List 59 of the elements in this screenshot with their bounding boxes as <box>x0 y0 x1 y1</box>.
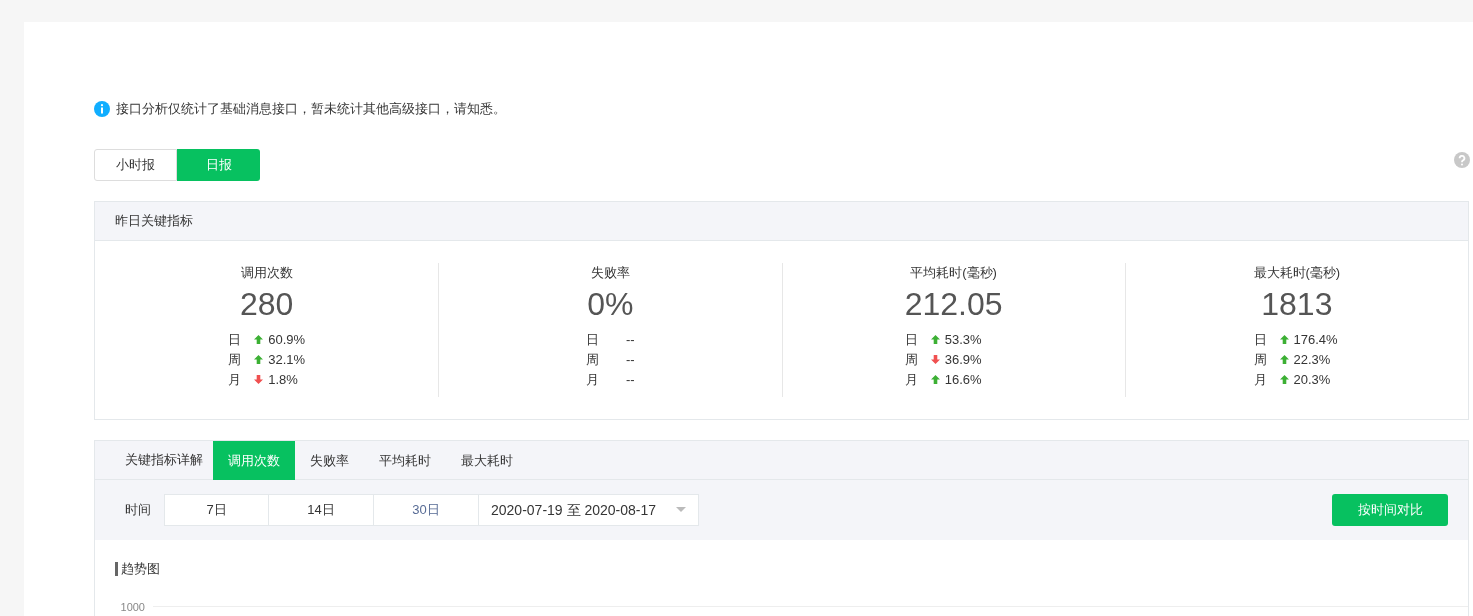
metric-tab[interactable]: 平均耗时 <box>364 441 446 480</box>
metric-value: 280 <box>239 284 294 323</box>
metric-value: 1813 <box>1261 284 1333 323</box>
metric-tab[interactable]: 失败率 <box>295 441 364 480</box>
time-label: 时间 <box>125 501 151 520</box>
up-arrow-icon <box>930 335 940 344</box>
metric-label: 最大耗时(毫秒) <box>1253 264 1341 282</box>
up-arrow-icon <box>1279 335 1289 344</box>
metric-label: 调用次数 <box>240 264 293 282</box>
section-title: 关键指标详解 <box>124 451 204 470</box>
metric-value: 0% <box>587 284 634 323</box>
title-bar-mark <box>115 561 118 576</box>
info-icon <box>94 101 110 117</box>
period-label: 日 <box>586 330 601 349</box>
metric-label: 失败率 <box>590 264 630 282</box>
range-button[interactable]: 7日 <box>164 494 269 526</box>
period-label: 日 <box>904 330 919 349</box>
change-value: 1.8% <box>268 370 298 389</box>
change-value: 32.1% <box>268 350 306 369</box>
down-arrow-icon <box>930 355 940 364</box>
change-value: -- <box>626 350 635 369</box>
change-value: 36.9% <box>944 350 982 369</box>
help-icon[interactable] <box>1454 152 1470 168</box>
change-value: 176.4% <box>1293 330 1338 349</box>
period-label: 周 <box>1253 350 1268 369</box>
period-label: 周 <box>904 350 919 369</box>
metric-label: 平均耗时(毫秒) <box>910 264 997 282</box>
up-arrow-icon <box>254 355 264 364</box>
panel-title: 昨日关键指标 <box>115 212 193 231</box>
up-arrow-icon <box>254 335 264 344</box>
date-range-select[interactable]: 2020-07-19 至 2020-08-17 <box>479 494 699 526</box>
range-button[interactable]: 14日 <box>269 494 374 526</box>
period-label: 月 <box>228 370 243 389</box>
axis-tick-label: 1000 <box>119 599 145 615</box>
change-value: 60.9% <box>268 330 306 349</box>
up-arrow-icon <box>1279 355 1289 364</box>
caret-icon <box>676 507 686 513</box>
change-value: 16.6% <box>944 370 982 389</box>
down-arrow-icon <box>254 375 264 384</box>
period-label: 日 <box>1253 330 1268 349</box>
period-label: 日 <box>228 330 243 349</box>
period-label: 月 <box>1253 370 1268 389</box>
period-label: 周 <box>228 350 243 369</box>
up-arrow-icon <box>930 375 940 384</box>
change-value: 22.3% <box>1293 350 1331 369</box>
change-value: 20.3% <box>1293 370 1331 389</box>
notice-text: 接口分析仅统计了基础消息接口，暂未统计其他高级接口，请知悉。 <box>116 100 506 119</box>
period-label: 周 <box>586 350 601 369</box>
chart-title: 趋势图 <box>121 560 160 578</box>
change-value: -- <box>626 330 635 349</box>
metric-tab[interactable]: 最大耗时 <box>446 441 528 480</box>
period-label: 月 <box>586 370 601 389</box>
report-tab[interactable]: 小时报 <box>94 149 177 181</box>
period-label: 月 <box>904 370 919 389</box>
change-value: -- <box>626 370 635 389</box>
range-button[interactable]: 30日 <box>374 494 479 526</box>
metric-value: 212.05 <box>904 284 1003 323</box>
up-arrow-icon <box>1279 375 1289 384</box>
change-value: 53.3% <box>944 330 982 349</box>
